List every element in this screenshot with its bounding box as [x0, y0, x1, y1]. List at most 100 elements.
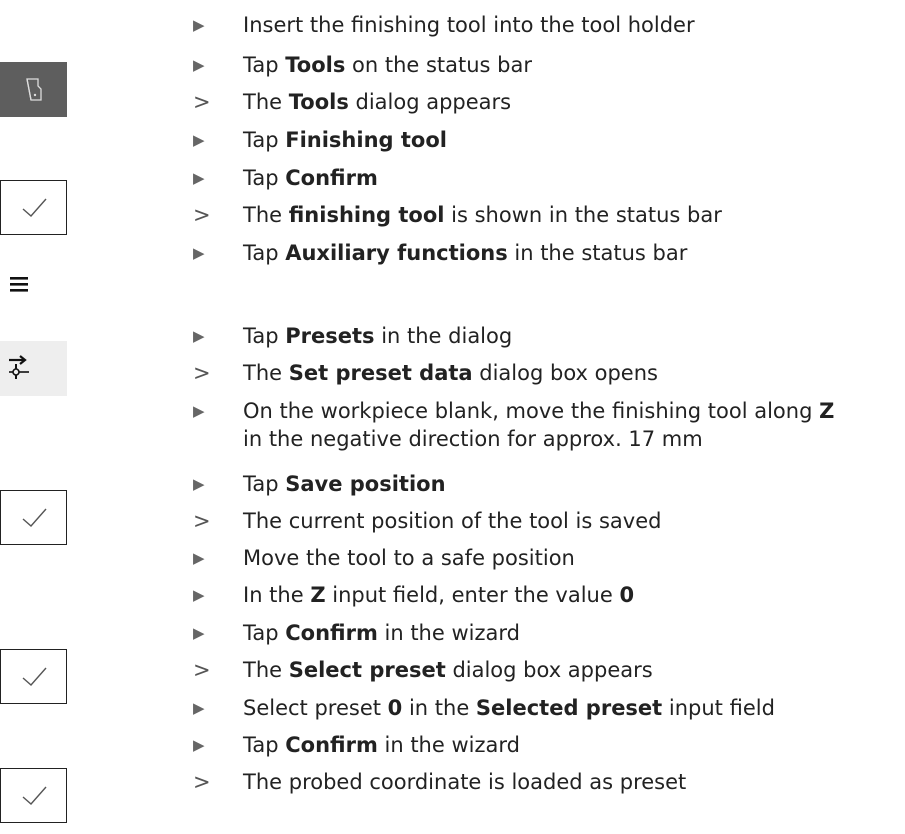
auxiliary-functions-button[interactable] [0, 255, 67, 310]
step-keyword: Tools [285, 53, 346, 77]
step-text: Tap Presets in the dialog [243, 321, 512, 351]
step-text: The finishing tool is shown in the statu… [243, 200, 722, 230]
step-keyword: Confirm [285, 733, 378, 757]
step-text-part: Tap [243, 241, 286, 265]
step-keyword: Confirm [285, 621, 378, 645]
step-text-part: Move the tool to a safe position [243, 546, 575, 570]
step-text-part: Tap [243, 166, 286, 190]
step-text-part: The probed coordinate is loaded as prese… [243, 770, 687, 794]
wizard-confirm-button[interactable] [0, 649, 67, 704]
step-keyword: Tools [288, 90, 349, 114]
action-triangle-icon: ▶ [193, 131, 205, 149]
step-keyword: Confirm [285, 166, 378, 190]
step-keyword: 0 [387, 696, 403, 720]
step-text-part: Tap [243, 621, 286, 645]
tools-button[interactable] [0, 62, 67, 117]
step-text-part: The [243, 361, 289, 385]
step-text-part: on the status bar [345, 53, 533, 77]
action-triangle-icon: ▶ [193, 16, 205, 34]
action-triangle-icon: ▶ [193, 736, 205, 754]
step-text-part: Tap [243, 128, 286, 152]
confirm-checkmark-icon [22, 667, 47, 686]
step-text: Tap Confirm in the wizard [243, 730, 520, 760]
step-text-part: Select preset [243, 696, 388, 720]
step-text-part: On the workpiece blank, move the finishi… [243, 399, 820, 423]
confirm-checkmark-icon [22, 198, 47, 217]
step-text-part: The [243, 658, 289, 682]
step-text: Tap Auxiliary functions in the status ba… [243, 238, 687, 268]
result-arrow-icon: > [193, 658, 211, 682]
auxiliary-functions-menu-icon [10, 277, 28, 292]
step-keyword: 0 [619, 583, 635, 607]
step-text: Tap Confirm [243, 163, 378, 193]
step-text-part: Tap [243, 324, 286, 348]
step-text: On the workpiece blank, move the finishi… [243, 396, 834, 426]
step-text: The Set preset data dialog box opens [243, 358, 658, 388]
step-keyword: Save position [285, 472, 446, 496]
step-text: Move the tool to a safe position [243, 543, 575, 573]
step-text-part: Insert the finishing tool into the tool … [243, 13, 695, 37]
step-text-part: in the wizard [377, 621, 520, 645]
result-arrow-icon: > [193, 203, 211, 227]
step-keyword: Auxiliary functions [285, 241, 508, 265]
wizard-confirm-button-final[interactable] [0, 768, 67, 823]
step-text-part: input field, enter the value [325, 583, 620, 607]
step-text-part: The current position of the tool is save… [243, 509, 662, 533]
action-triangle-icon: ▶ [193, 624, 205, 642]
step-keyword: Select preset [288, 658, 446, 682]
save-position-confirm-button[interactable] [0, 490, 67, 545]
step-text: Insert the finishing tool into the tool … [243, 10, 695, 40]
step-text: The probed coordinate is loaded as prese… [243, 767, 686, 797]
step-keyword: Finishing tool [285, 128, 447, 152]
step-text-part: dialog appears [348, 90, 512, 114]
step-text-part: In the [243, 583, 311, 607]
result-arrow-icon: > [193, 509, 211, 533]
step-text-part: in the dialog [374, 324, 513, 348]
action-triangle-icon: ▶ [193, 549, 205, 567]
tools-icon [26, 78, 42, 101]
step-text: Tap Confirm in the wizard [243, 618, 520, 648]
step-text-part: in the [402, 696, 476, 720]
step-text: In the Z input field, enter the value 0 [243, 580, 634, 610]
step-text-continuation: in the negative direction for approx. 17… [243, 427, 703, 451]
presets-button[interactable] [0, 341, 67, 396]
action-triangle-icon: ▶ [193, 244, 205, 262]
confirm-button[interactable] [0, 180, 67, 235]
step-text-part: The [243, 90, 289, 114]
result-arrow-icon: > [193, 770, 211, 794]
step-text-part: is shown in the status bar [444, 203, 722, 227]
step-text-part: Tap [243, 733, 286, 757]
step-text-part: dialog box appears [445, 658, 653, 682]
confirm-checkmark-icon [22, 508, 47, 527]
step-keyword: Set preset data [288, 361, 473, 385]
result-arrow-icon: > [193, 361, 211, 385]
step-text: The Select preset dialog box appears [243, 655, 653, 685]
step-text-part: Tap [243, 472, 286, 496]
step-text-part: input field [662, 696, 775, 720]
step-text-part: in the status bar [507, 241, 688, 265]
step-keyword: Selected preset [475, 696, 663, 720]
confirm-checkmark-icon [22, 786, 47, 805]
step-text-part: The [243, 203, 289, 227]
step-keyword: Z [310, 583, 326, 607]
action-triangle-icon: ▶ [193, 699, 205, 717]
step-text: Select preset 0 in the Selected preset i… [243, 693, 775, 723]
action-triangle-icon: ▶ [193, 327, 205, 345]
step-keyword: Presets [285, 324, 375, 348]
action-triangle-icon: ▶ [193, 169, 205, 187]
step-text: Tap Finishing tool [243, 125, 447, 155]
action-triangle-icon: ▶ [193, 586, 205, 604]
action-triangle-icon: ▶ [193, 56, 205, 74]
step-keyword: finishing tool [288, 203, 445, 227]
result-arrow-icon: > [193, 90, 211, 114]
step-text-part: Tap [243, 53, 286, 77]
presets-icon [9, 355, 29, 379]
step-text-part: dialog box opens [472, 361, 658, 385]
step-text: The current position of the tool is save… [243, 506, 661, 536]
step-text-part: in the wizard [377, 733, 520, 757]
action-triangle-icon: ▶ [193, 475, 205, 493]
step-keyword: Z [819, 399, 835, 423]
action-triangle-icon: ▶ [193, 402, 205, 420]
step-text: Tap Save position [243, 469, 446, 499]
step-text: Tap Tools on the status bar [243, 50, 532, 80]
